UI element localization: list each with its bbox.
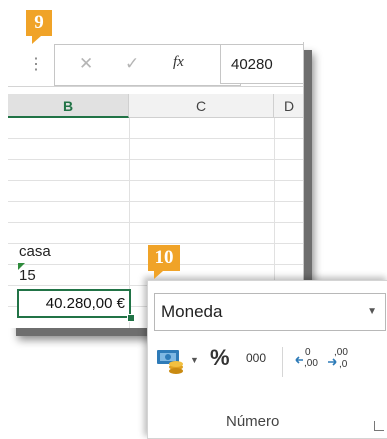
svg-text:,00: ,00 [334, 347, 348, 358]
svg-text:0: 0 [305, 347, 311, 358]
fill-handle[interactable] [127, 314, 135, 322]
number-format-group: Moneda ▼ ▼ % 000 0 ,00 ,00 ,0 Número [147, 280, 387, 439]
svg-text:,0: ,0 [339, 359, 348, 370]
formula-buttons: ✕ ✓ fx [54, 44, 241, 86]
chevron-down-icon[interactable]: ▼ [367, 306, 377, 317]
increase-decimal-button[interactable]: 0 ,00 [294, 345, 320, 374]
number-format-value: Moneda [161, 302, 223, 321]
percent-style-button[interactable]: % [210, 345, 230, 371]
divider [282, 347, 283, 377]
group-label: Número [226, 413, 280, 430]
currency-dropdown-icon[interactable]: ▼ [190, 355, 199, 365]
grid-row [8, 202, 303, 223]
formula-input[interactable]: 40280 [220, 44, 303, 84]
grid-row [8, 139, 303, 160]
enter-icon[interactable]: ✓ [125, 54, 139, 74]
grid-row [8, 181, 303, 202]
active-cell-b8[interactable]: 40.280,00 € [17, 289, 131, 318]
column-header-d[interactable]: D [274, 94, 303, 118]
grid-row [8, 118, 303, 139]
currency-format-icon[interactable] [156, 347, 186, 377]
decrease-decimal-button[interactable]: ,00 ,0 [326, 345, 352, 374]
comma-style-button[interactable]: 000 [246, 351, 266, 365]
column-header-c[interactable]: C [129, 94, 274, 118]
step-badge-9: 9 [26, 10, 52, 44]
formula-bar: ⋮ ✕ ✓ fx 40280 [8, 42, 303, 87]
number-format-select[interactable]: Moneda ▼ [154, 293, 386, 331]
insert-function-icon[interactable]: fx [173, 54, 184, 71]
more-options-icon[interactable]: ⋮ [28, 54, 44, 74]
step-badge-10: 10 [148, 245, 180, 279]
svg-text:,00: ,00 [304, 358, 318, 369]
cell-b7[interactable]: 15 [19, 267, 36, 284]
cell-b6[interactable]: casa [19, 243, 51, 260]
dialog-launcher-icon[interactable] [374, 421, 384, 431]
grid-row [8, 160, 303, 181]
cancel-icon[interactable]: ✕ [79, 54, 93, 74]
grid-row [8, 223, 303, 244]
column-header-b[interactable]: B [8, 94, 129, 118]
